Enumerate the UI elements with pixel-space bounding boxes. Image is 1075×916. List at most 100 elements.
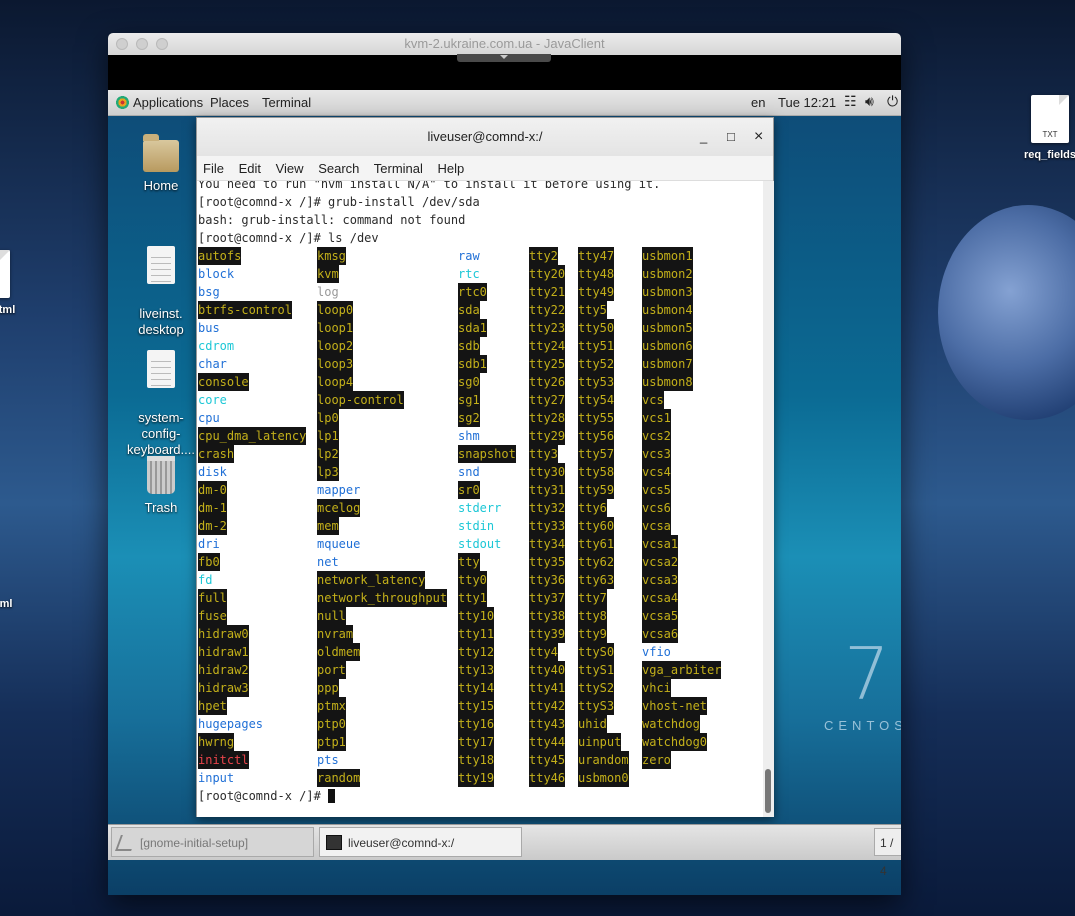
ls-entry: usbmon2	[642, 265, 693, 283]
input-language[interactable]: en	[751, 95, 765, 110]
ls-entry: loop3	[317, 355, 354, 373]
ls-entry: shm	[458, 429, 480, 443]
ls-entry: tty38	[529, 607, 566, 625]
ls-entry: tty62	[578, 553, 615, 571]
ls-entry: tty34	[529, 535, 566, 553]
ls-entry: tty46	[529, 769, 566, 787]
ls-entry: tty40	[529, 661, 566, 679]
ls-entry: vhost-net	[642, 697, 708, 715]
ls-entry: full	[198, 589, 227, 607]
menu-dropdown-tab[interactable]	[457, 54, 551, 62]
minimize-button[interactable]: _	[700, 118, 707, 156]
ls-entry: null	[317, 607, 346, 625]
desktop-icon-home[interactable]: Home	[126, 134, 196, 194]
ls-entry: tty50	[578, 319, 615, 337]
ls-entry: ttyS0	[578, 643, 615, 661]
terminal-window: liveuser@comnd-x:/ _ □ × File Edit View …	[196, 117, 774, 817]
task-terminal[interactable]: liveuser@comnd-x:/	[319, 827, 522, 857]
ls-entry: cpu_dma_latency	[198, 427, 307, 445]
close-button[interactable]: ×	[754, 118, 763, 156]
gnome-top-bar: Applications Places Terminal en Tue 12:2…	[108, 90, 901, 116]
ls-entry: tty36	[529, 571, 566, 589]
ls-entry: bsg	[198, 285, 220, 299]
applications-menu[interactable]: Applications	[116, 95, 203, 110]
desktop-icon-trash[interactable]: Trash	[126, 456, 196, 516]
ls-entry: tty16	[458, 715, 495, 733]
scrollbar-thumb[interactable]	[765, 769, 771, 813]
ls-entry: btrfs-control	[198, 301, 292, 319]
ls-entry: ttyS1	[578, 661, 615, 679]
zoom-traffic-light[interactable]	[156, 38, 168, 50]
task-gnome-initial-setup[interactable]: [gnome-initial-setup]	[111, 827, 314, 857]
terminal-icon	[326, 835, 342, 850]
desktop-icon-liveinst[interactable]: liveinst. desktop	[126, 230, 196, 338]
ls-entry: sr0	[458, 481, 480, 499]
ls-entry: tty24	[529, 337, 566, 355]
menu-help[interactable]: Help	[438, 161, 465, 176]
ls-entry: tty1	[458, 589, 487, 607]
desktop-file-label: ml	[0, 598, 13, 610]
minimize-traffic-light[interactable]	[136, 38, 148, 50]
menu-file[interactable]: File	[203, 161, 224, 176]
output-line: bash: grub-install: command not found	[198, 213, 466, 227]
ls-entry: vcsa1	[642, 535, 679, 553]
desktop-file-req-fields[interactable]: TXT req_fields	[1020, 95, 1075, 161]
desktop-file-html-1[interactable]: tml	[0, 250, 24, 316]
remote-screen[interactable]: Applications Places Terminal en Tue 12:2…	[108, 90, 901, 895]
ls-entry: dm-2	[198, 517, 227, 535]
ls-entry: usbmon5	[642, 319, 693, 337]
network-icon[interactable]: ☷	[844, 93, 857, 110]
ls-entry: snapshot	[458, 445, 516, 463]
ls-entry: vcs3	[642, 445, 671, 463]
ls-entry: fd	[198, 573, 213, 587]
ls-entry: mqueue	[317, 537, 361, 551]
ls-entry: usbmon0	[578, 769, 629, 787]
trash-icon	[147, 456, 175, 494]
window-titlebar[interactable]: kvm-2.ukraine.com.ua - JavaClient	[108, 33, 901, 55]
desktop-icon-label: Home	[143, 178, 179, 193]
desktop-icon-system-config-keyboard[interactable]: system- config- keyboard....	[126, 334, 196, 458]
terminal-output[interactable]: You need to run "nvm install N/A" to ins…	[197, 181, 763, 817]
desktop-file-html-2[interactable]: ml	[0, 592, 16, 610]
ls-entry: tty3	[529, 445, 558, 463]
ls-entry: fuse	[198, 607, 227, 625]
ls-entry: tty	[458, 553, 480, 571]
power-icon[interactable]: ⏻	[887, 93, 898, 110]
ls-entry: sdb1	[458, 355, 487, 373]
ls-entry: usbmon3	[642, 283, 693, 301]
menu-terminal[interactable]: Terminal	[374, 161, 423, 176]
ls-entry: dm-0	[198, 481, 227, 499]
window-list-bar: [gnome-initial-setup] liveuser@comnd-x:/…	[108, 824, 901, 878]
terminal-title: liveuser@comnd-x:/	[427, 129, 543, 144]
clock[interactable]: Tue 12:21	[778, 95, 836, 110]
ls-entry: disk	[198, 465, 227, 479]
menu-search[interactable]: Search	[318, 161, 359, 176]
ls-entry: block	[198, 267, 235, 281]
ls-entry: tty8	[578, 607, 607, 625]
terminal-titlebar[interactable]: liveuser@comnd-x:/ _ □ ×	[197, 118, 773, 156]
workspace-pager[interactable]: 1 / 4	[874, 828, 901, 878]
ls-entry: hwrng	[198, 733, 235, 751]
maximize-button[interactable]: □	[727, 118, 735, 156]
terminal-menu[interactable]: Terminal	[262, 95, 311, 110]
ls-entry: stderr	[458, 501, 502, 515]
ls-entry: tty44	[529, 733, 566, 751]
prompt-line[interactable]: [root@comnd-x /]#	[198, 787, 336, 805]
ls-entry: vcs6	[642, 499, 671, 517]
ls-entry: loop4	[317, 373, 354, 391]
volume-icon[interactable]: 🔊︎	[865, 93, 874, 110]
terminal-scrollbar[interactable]	[763, 181, 774, 817]
ls-entry: tty53	[578, 373, 615, 391]
ls-entry: sg1	[458, 391, 480, 409]
ls-entry: mem	[317, 517, 339, 535]
close-traffic-light[interactable]	[116, 38, 128, 50]
ls-entry: random	[317, 769, 361, 787]
ls-entry: char	[198, 357, 227, 371]
ls-entry: stdin	[458, 519, 495, 533]
ls-entry: tty39	[529, 625, 566, 643]
places-menu[interactable]: Places	[210, 95, 249, 110]
ls-entry: bus	[198, 321, 220, 335]
menu-edit[interactable]: Edit	[239, 161, 261, 176]
ls-entry: input	[198, 771, 235, 785]
menu-view[interactable]: View	[276, 161, 304, 176]
